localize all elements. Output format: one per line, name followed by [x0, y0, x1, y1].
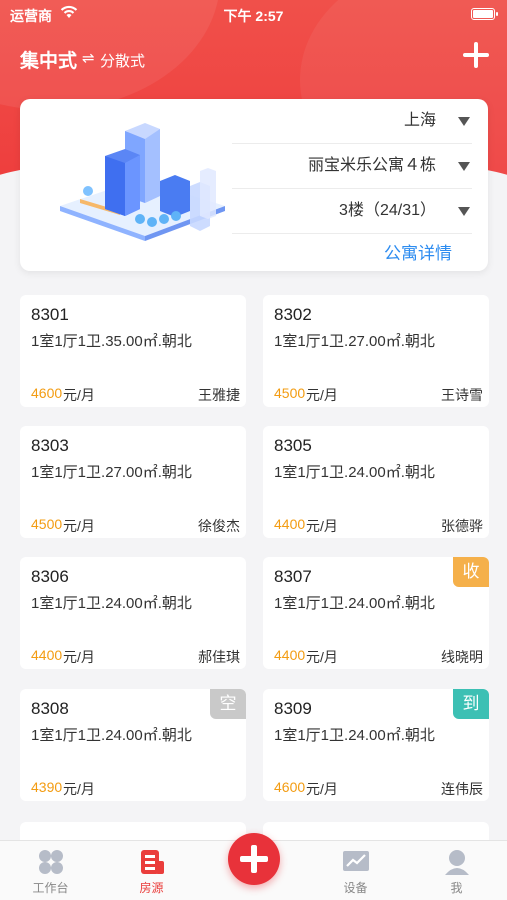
building-value: 丽宝米乐公寓４栋 [307, 157, 436, 174]
room-card[interactable]: 8306 1室1厅1卫.24.00㎡.朝北 4400 元/月 郝佳琪 [20, 557, 246, 669]
room-price: 4500 [274, 385, 306, 401]
mode-distributed[interactable]: 分散式 [100, 50, 145, 71]
room-card[interactable]: 8302 1室1厅1卫.27.00㎡.朝北 4500 元/月 王诗雪 [263, 295, 489, 407]
room-card[interactable]: 8307 1室1厅1卫.24.00㎡.朝北 4400 元/月 线晓明 收 [263, 557, 489, 669]
price-unit: 元/月 [63, 781, 95, 797]
room-spec: 1室1厅1卫.24.00㎡.朝北 [274, 727, 435, 744]
room-card-partial[interactable] [263, 822, 489, 842]
top-nav: 集中式 ⇌ 分散式 [0, 40, 507, 76]
tenant-name: 王雅捷 [198, 387, 240, 403]
tab-listings[interactable]: 房源 [101, 841, 202, 900]
tab-label: 设备 [343, 881, 368, 895]
room-number: 8305 [274, 436, 312, 455]
room-price: 4400 [274, 516, 306, 532]
room-card[interactable]: 8303 1室1厅1卫.27.00㎡.朝北 4500 元/月 徐俊杰 [20, 426, 246, 538]
tab-devices[interactable]: 设备 [305, 841, 406, 900]
room-price: 4400 [31, 647, 63, 663]
price-unit: 元/月 [63, 649, 95, 665]
room-number: 8307 [274, 567, 312, 586]
add-button[interactable] [463, 42, 489, 68]
workbench-icon [39, 850, 63, 874]
price-unit: 元/月 [306, 387, 338, 403]
clock: 下午 2:57 [223, 8, 284, 24]
tab-label: 房源 [139, 881, 164, 895]
room-price: 4390 [31, 779, 63, 795]
caret-down-icon [458, 117, 470, 126]
status-badge: 空 [210, 689, 246, 719]
price-unit: 元/月 [306, 649, 338, 665]
room-number: 8308 [31, 699, 69, 718]
mode-centralized[interactable]: 集中式 [20, 46, 77, 73]
tenant-name: 郝佳琪 [198, 649, 240, 665]
tenant-name: 连伟辰 [441, 781, 483, 797]
room-number: 8302 [274, 305, 312, 324]
city-dropdown[interactable]: 上海 [232, 99, 472, 144]
building-dropdown[interactable]: 丽宝米乐公寓４栋 [232, 144, 472, 189]
price-unit: 元/月 [306, 518, 338, 534]
price-unit: 元/月 [63, 518, 95, 534]
caret-down-icon [458, 162, 470, 171]
room-price: 4400 [274, 647, 306, 663]
price-unit: 元/月 [306, 781, 338, 797]
room-card[interactable]: 8305 1室1厅1卫.24.00㎡.朝北 4400 元/月 张德骅 [263, 426, 489, 538]
room-card[interactable]: 8308 1室1厅1卫.24.00㎡.朝北 4390 元/月 空 [20, 689, 246, 801]
room-price: 4600 [274, 779, 306, 795]
room-price: 4600 [31, 385, 63, 401]
room-number: 8303 [31, 436, 69, 455]
room-spec: 1室1厅1卫.24.00㎡.朝北 [31, 727, 192, 744]
swap-icon[interactable]: ⇌ [82, 49, 95, 67]
tenant-name: 王诗雪 [441, 387, 483, 403]
status-badge: 到 [453, 689, 489, 719]
floor-value: 3楼（24/31） [339, 202, 436, 219]
room-spec: 1室1厅1卫.24.00㎡.朝北 [274, 464, 435, 481]
floor-dropdown[interactable]: 3楼（24/31） [232, 189, 472, 234]
room-card[interactable]: 8301 1室1厅1卫.35.00㎡.朝北 4600 元/月 王雅捷 [20, 295, 246, 407]
device-chart-icon [343, 851, 369, 871]
room-card[interactable]: 8309 1室1厅1卫.24.00㎡.朝北 4600 元/月 连伟辰 到 [263, 689, 489, 801]
profile-icon [445, 850, 469, 875]
price-unit: 元/月 [63, 387, 95, 403]
room-number: 8309 [274, 699, 312, 718]
tab-workbench[interactable]: 工作台 [0, 841, 101, 900]
room-number: 8301 [31, 305, 69, 324]
room-spec: 1室1厅1卫.24.00㎡.朝北 [31, 595, 192, 612]
status-badge: 收 [453, 557, 489, 587]
room-spec: 1室1厅1卫.35.00㎡.朝北 [31, 333, 192, 350]
tab-label: 工作台 [32, 881, 69, 895]
tenant-name: 张德骅 [441, 518, 483, 534]
apartment-detail-link[interactable]: 公寓详情 [384, 239, 452, 264]
room-spec: 1室1厅1卫.27.00㎡.朝北 [274, 333, 435, 350]
add-icon[interactable] [228, 833, 280, 885]
caret-down-icon [458, 207, 470, 216]
tenant-name: 徐俊杰 [198, 518, 240, 534]
room-spec: 1室1厅1卫.24.00㎡.朝北 [274, 595, 435, 612]
room-price: 4500 [31, 516, 63, 532]
building-selector-card: 上海 丽宝米乐公寓４栋 3楼（24/31） 公寓详情 [20, 99, 488, 271]
status-bar: 运营商 下午 2:57 [0, 0, 507, 30]
tenant-name: 线晓明 [441, 649, 483, 665]
listing-icon [141, 850, 164, 874]
room-card-partial[interactable] [20, 822, 246, 842]
tab-me[interactable]: 我 [406, 841, 507, 900]
city-value: 上海 [403, 112, 436, 129]
room-spec: 1室1厅1卫.27.00㎡.朝北 [31, 464, 192, 481]
building-illustration [60, 123, 225, 241]
room-number: 8306 [31, 567, 69, 586]
tab-label: 我 [450, 881, 463, 895]
battery-icon [471, 8, 498, 20]
